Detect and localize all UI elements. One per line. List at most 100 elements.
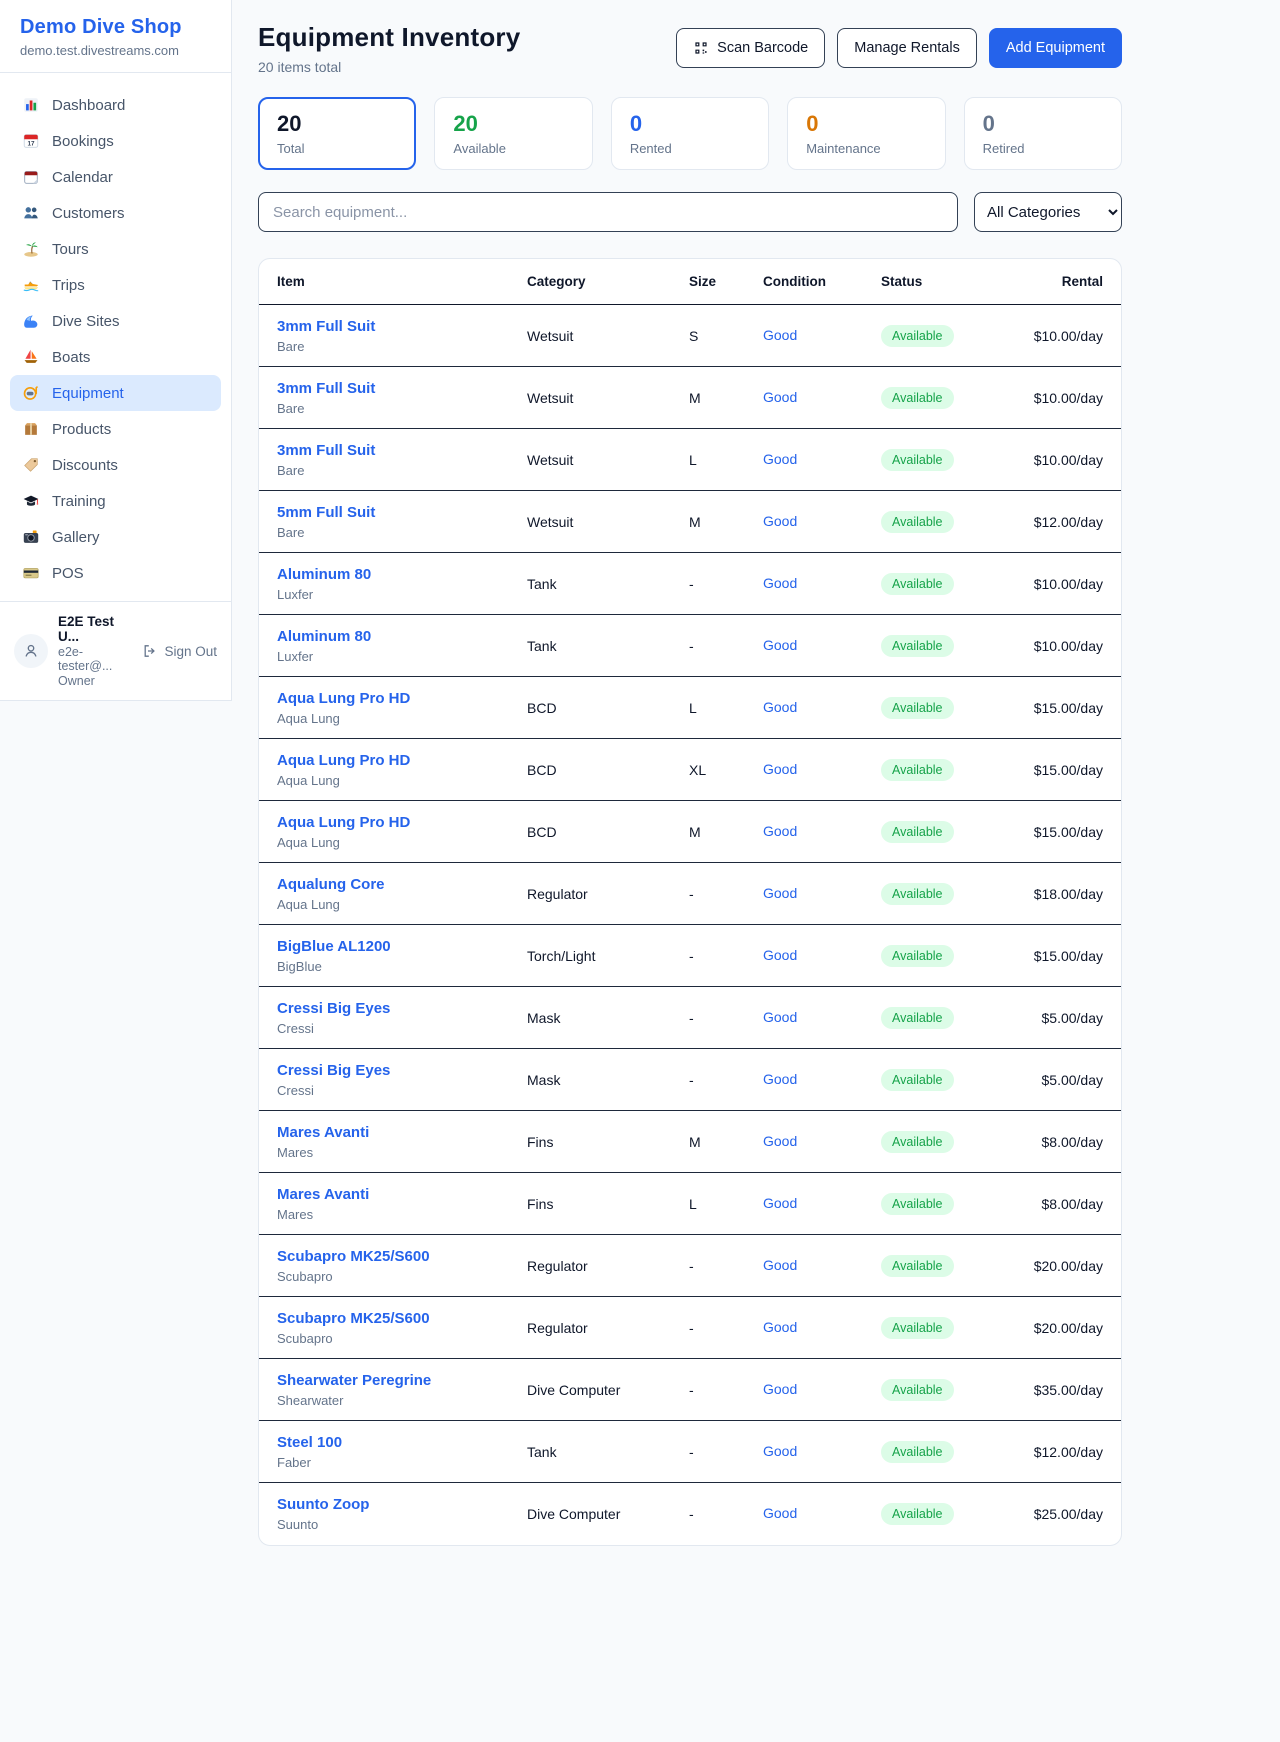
item-link[interactable]: Steel 100 xyxy=(277,1434,342,1451)
item-link[interactable]: Aqualung Core xyxy=(277,876,385,893)
sign-out-button[interactable]: Sign Out xyxy=(142,643,217,659)
sidebar-item-dive-sites[interactable]: Dive Sites xyxy=(10,303,221,339)
stat-card-retired[interactable]: 0Retired xyxy=(964,97,1122,170)
items-total-count: 20 items total xyxy=(258,59,520,75)
manage-rentals-button[interactable]: Manage Rentals xyxy=(837,28,977,68)
sidebar-item-calendar[interactable]: Calendar xyxy=(10,159,221,195)
status-cell: Available xyxy=(881,1007,1031,1029)
item-link[interactable]: Aluminum 80 xyxy=(277,628,371,645)
table-row: Aqualung CoreAqua LungRegulator-GoodAvai… xyxy=(259,863,1121,925)
item-link[interactable]: Scubapro MK25/S600 xyxy=(277,1248,430,1265)
condition-link[interactable]: Good xyxy=(763,823,797,839)
condition-link[interactable]: Good xyxy=(763,1133,797,1149)
condition-link[interactable]: Good xyxy=(763,1195,797,1211)
condition-link[interactable]: Good xyxy=(763,1319,797,1335)
item-link[interactable]: BigBlue AL1200 xyxy=(277,938,391,955)
add-equipment-button[interactable]: Add Equipment xyxy=(989,28,1122,68)
category-cell: Torch/Light xyxy=(527,948,689,964)
condition-link[interactable]: Good xyxy=(763,885,797,901)
sidebar-item-dashboard[interactable]: Dashboard xyxy=(10,87,221,123)
search-input[interactable] xyxy=(258,192,958,232)
sidebar-item-gallery[interactable]: Gallery xyxy=(10,519,221,555)
condition-link[interactable]: Good xyxy=(763,637,797,653)
status-cell: Available xyxy=(881,1255,1031,1277)
status-badge: Available xyxy=(881,1069,954,1091)
item-link[interactable]: Shearwater Peregrine xyxy=(277,1372,431,1389)
rental-cell: $15.00/day xyxy=(1031,700,1103,716)
size-cell: S xyxy=(689,328,763,344)
condition-link[interactable]: Good xyxy=(763,451,797,467)
manage-rentals-label: Manage Rentals xyxy=(854,40,960,56)
item-link[interactable]: Cressi Big Eyes xyxy=(277,1000,390,1017)
condition-link[interactable]: Good xyxy=(763,1257,797,1273)
sidebar-item-discounts[interactable]: Discounts xyxy=(10,447,221,483)
item-link[interactable]: Aqua Lung Pro HD xyxy=(277,690,410,707)
item-link[interactable]: Aqua Lung Pro HD xyxy=(277,752,410,769)
sidebar-item-equipment[interactable]: Equipment xyxy=(10,375,221,411)
size-cell: - xyxy=(689,1320,763,1336)
condition-link[interactable]: Good xyxy=(763,1443,797,1459)
item-link[interactable]: Mares Avanti xyxy=(277,1186,369,1203)
stat-card-total[interactable]: 20Total xyxy=(258,97,416,170)
sidebar-item-pos[interactable]: POS xyxy=(10,555,221,591)
item-link[interactable]: Mares Avanti xyxy=(277,1124,369,1141)
size-cell: - xyxy=(689,886,763,902)
sidebar-item-trips[interactable]: Trips xyxy=(10,267,221,303)
condition-link[interactable]: Good xyxy=(763,1071,797,1087)
column-header-condition: Condition xyxy=(763,274,881,289)
condition-link[interactable]: Good xyxy=(763,575,797,591)
category-cell: Mask xyxy=(527,1072,689,1088)
condition-link[interactable]: Good xyxy=(763,1381,797,1397)
item-cell: Mares AvantiMares xyxy=(277,1124,527,1160)
sidebar-item-boats[interactable]: Boats xyxy=(10,339,221,375)
rental-cell: $12.00/day xyxy=(1031,514,1103,530)
status-badge: Available xyxy=(881,449,954,471)
status-cell: Available xyxy=(881,1503,1031,1525)
item-link[interactable]: Aluminum 80 xyxy=(277,566,371,583)
condition-link[interactable]: Good xyxy=(763,389,797,405)
stat-card-rented[interactable]: 0Rented xyxy=(611,97,769,170)
condition-link[interactable]: Good xyxy=(763,1505,797,1521)
condition-link[interactable]: Good xyxy=(763,327,797,343)
status-cell: Available xyxy=(881,821,1031,843)
condition-link[interactable]: Good xyxy=(763,513,797,529)
sidebar-item-bookings[interactable]: 17Bookings xyxy=(10,123,221,159)
category-cell: Wetsuit xyxy=(527,452,689,468)
sidebar-item-customers[interactable]: Customers xyxy=(10,195,221,231)
calendar-pad-icon xyxy=(22,168,40,186)
category-cell: Wetsuit xyxy=(527,514,689,530)
condition-cell: Good xyxy=(763,1319,881,1337)
sidebar-item-label: Tours xyxy=(52,241,89,258)
item-link[interactable]: Scubapro MK25/S600 xyxy=(277,1310,430,1327)
item-brand: Cressi xyxy=(277,1083,527,1098)
status-cell: Available xyxy=(881,759,1031,781)
status-cell: Available xyxy=(881,573,1031,595)
condition-link[interactable]: Good xyxy=(763,1009,797,1025)
item-link[interactable]: Cressi Big Eyes xyxy=(277,1062,390,1079)
column-header-rental: Rental xyxy=(1031,274,1103,289)
sidebar-item-training[interactable]: Training xyxy=(10,483,221,519)
item-link[interactable]: 5mm Full Suit xyxy=(277,504,375,521)
item-link[interactable]: Aqua Lung Pro HD xyxy=(277,814,410,831)
sidebar-item-tours[interactable]: Tours xyxy=(10,231,221,267)
item-link[interactable]: 3mm Full Suit xyxy=(277,442,375,459)
stat-label: Available xyxy=(453,141,573,156)
stat-card-available[interactable]: 20Available xyxy=(434,97,592,170)
size-cell: - xyxy=(689,1382,763,1398)
item-link[interactable]: 3mm Full Suit xyxy=(277,318,375,335)
item-link[interactable]: 3mm Full Suit xyxy=(277,380,375,397)
stat-card-maintenance[interactable]: 0Maintenance xyxy=(787,97,945,170)
category-select[interactable]: All Categories xyxy=(974,192,1122,232)
item-link[interactable]: Suunto Zoop xyxy=(277,1496,369,1513)
status-cell: Available xyxy=(881,697,1031,719)
sign-out-label: Sign Out xyxy=(164,644,217,659)
condition-link[interactable]: Good xyxy=(763,761,797,777)
scan-barcode-button[interactable]: Scan Barcode xyxy=(676,28,825,68)
status-badge: Available xyxy=(881,325,954,347)
condition-link[interactable]: Good xyxy=(763,947,797,963)
condition-link[interactable]: Good xyxy=(763,699,797,715)
status-cell: Available xyxy=(881,1069,1031,1091)
column-header-size: Size xyxy=(689,274,763,289)
sidebar-item-products[interactable]: Products xyxy=(10,411,221,447)
stats-row: 20Total20Available 0Rented0Maintenance 0Re… xyxy=(258,97,1122,170)
